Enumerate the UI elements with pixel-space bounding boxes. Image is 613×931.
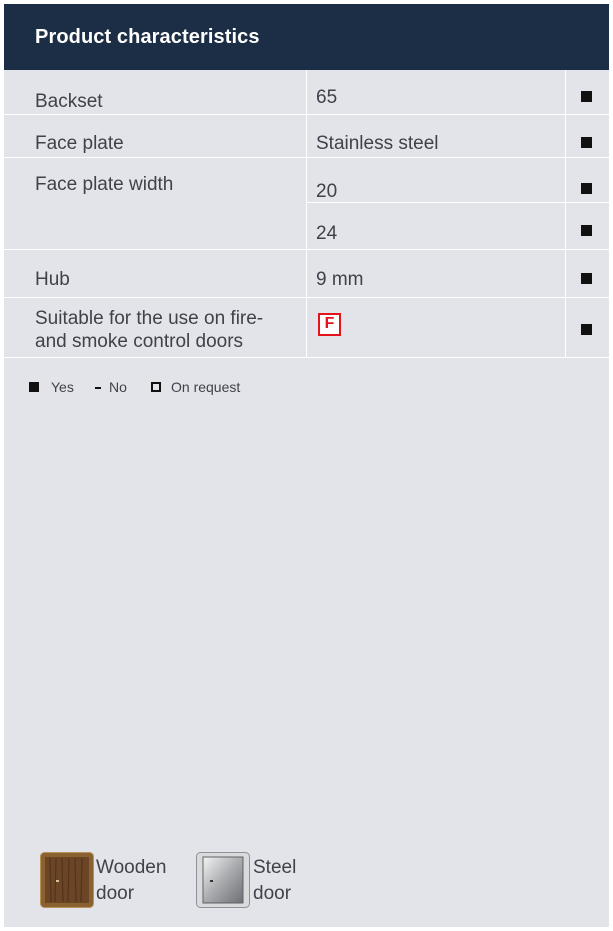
- legend-yes-label: Yes: [51, 379, 74, 395]
- row-marker-cell: [566, 298, 609, 357]
- wooden-door-icon: [40, 852, 94, 908]
- yes-marker-icon: [581, 183, 592, 194]
- legend-on-request-label: On request: [171, 379, 241, 395]
- panel-header: Product characteristics: [4, 4, 609, 70]
- row-value-cell: 65: [307, 70, 566, 114]
- wooden-door-label: door: [96, 883, 135, 904]
- row-marker-cell: [566, 203, 609, 249]
- table-row: Face plate width 20 24: [4, 158, 609, 250]
- row-label-cell: Backset: [4, 70, 307, 114]
- row-marker-cell: [566, 158, 609, 203]
- row-value: 20: [316, 181, 338, 202]
- yes-marker-icon: [581, 324, 592, 335]
- row-value-cell: 9 mm: [307, 250, 566, 297]
- row-value: Stainless steel: [316, 133, 439, 154]
- yes-marker-icon: [581, 137, 592, 148]
- yes-marker-icon: [581, 273, 592, 284]
- yes-marker-icon: [581, 91, 592, 102]
- row-marker-cell: [566, 70, 609, 114]
- row-label: Backset: [35, 91, 103, 112]
- row-label-line: Suitable for the use on fire-: [35, 308, 264, 329]
- panel-title: Product characteristics: [35, 26, 260, 48]
- row-marker-cell: [566, 250, 609, 297]
- steel-door-icon: [196, 852, 250, 908]
- legend-no-label: No: [109, 379, 127, 395]
- row-value-cell: Stainless steel: [307, 115, 566, 157]
- row-value-cell: F: [307, 298, 566, 357]
- wooden-door-label: Wooden: [96, 857, 167, 878]
- yes-marker-icon: [581, 225, 592, 236]
- row-label-cell: Face plate width: [4, 158, 307, 249]
- row-label-cell: Suitable for the use on fire- and smoke …: [4, 298, 307, 357]
- row-value: 24: [316, 223, 338, 244]
- row-value-cell: 24: [307, 203, 566, 249]
- table-row: Hub 9 mm: [4, 250, 609, 298]
- fire-door-badge-icon: F: [318, 313, 341, 336]
- row-label-cell: Face plate: [4, 115, 307, 157]
- steel-door-label: Steel: [253, 857, 297, 878]
- steel-door-label: door: [253, 883, 292, 904]
- row-value: 9 mm: [316, 269, 364, 290]
- row-label: Face plate width: [35, 174, 174, 195]
- on-request-square-icon: [151, 382, 161, 392]
- row-label-cell: Hub: [4, 250, 307, 297]
- no-dash-icon: [95, 387, 101, 389]
- row-label: Face plate: [35, 133, 124, 154]
- table-row: Backset 65: [4, 70, 609, 115]
- product-characteristics-panel: Product characteristics Backset 65 Face …: [4, 4, 609, 927]
- row-marker-cell: [566, 115, 609, 157]
- table-row: Suitable for the use on fire- and smoke …: [4, 298, 609, 358]
- row-value-cell: 20: [307, 158, 566, 203]
- row-label-line: and smoke control doors: [35, 331, 244, 352]
- table-row: Face plate Stainless steel: [4, 115, 609, 158]
- row-label: Hub: [35, 269, 70, 290]
- yes-square-icon: [29, 382, 39, 392]
- row-value: 65: [316, 87, 338, 108]
